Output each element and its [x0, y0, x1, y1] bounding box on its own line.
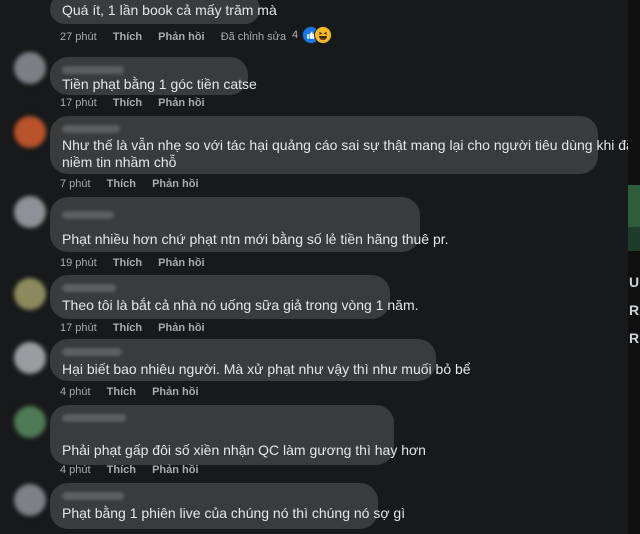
- reply-button[interactable]: Phản hồi: [152, 386, 198, 398]
- comment-meta: 7 phút Thích Phản hồi: [60, 178, 212, 190]
- comment: Hại biết bao nhiêu người. Mà xử phạt như…: [0, 338, 628, 402]
- comment-bubble: Theo tôi là bắt cả nhà nó uống sữa giả t…: [50, 275, 419, 319]
- reply-button[interactable]: Phản hồi: [158, 322, 204, 334]
- background-article-letter: R: [629, 330, 640, 346]
- like-button[interactable]: Thích: [113, 322, 142, 334]
- comment-feed: Quá ít, 1 lần book cả mấy trăm mà 27 phú…: [0, 0, 638, 534]
- reply-button[interactable]: Phản hồi: [158, 97, 204, 109]
- reply-button[interactable]: Phản hồi: [158, 31, 204, 43]
- author-name[interactable]: [62, 66, 124, 74]
- avatar[interactable]: [14, 196, 46, 228]
- avatar[interactable]: [14, 406, 46, 438]
- author-name[interactable]: [62, 211, 114, 219]
- comment-text-line: Như thế là vẫn nhẹ so với tác hại quảng …: [62, 137, 638, 153]
- comment-bubble: Phạt nhiều hơn chứ phạt ntn mới bằng số …: [50, 197, 449, 252]
- comment-text: Theo tôi là bắt cả nhà nó uống sữa giả t…: [62, 297, 419, 313]
- comment-bubble: Phạt bằng 1 phiên live của chúng nó thì …: [50, 483, 405, 529]
- background-article-edge: U R R: [628, 0, 640, 534]
- comment-meta: 17 phút Thích Phản hồi: [60, 322, 218, 334]
- comment-meta: 27 phút Thích Phản hồi Đã chỉnh sửa: [60, 31, 299, 43]
- comment-text: Hại biết bao nhiêu người. Mà xử phạt như…: [62, 361, 471, 377]
- comment-bubble: Như thế là vẫn nhẹ so với tác hại quảng …: [50, 116, 638, 174]
- comment-bubble: Phải phạt gấp đôi số xiền nhận QC làm gư…: [50, 405, 426, 465]
- comment-time[interactable]: 17 phút: [60, 322, 97, 334]
- comment-time[interactable]: 17 phút: [60, 97, 97, 109]
- comment: Quá ít, 1 lần book cả mấy trăm mà 27 phú…: [0, 0, 628, 48]
- comment-time[interactable]: 19 phút: [60, 257, 97, 269]
- comment-text: Phạt nhiều hơn chứ phạt ntn mới bằng số …: [62, 231, 449, 247]
- comment: Phạt nhiều hơn chứ phạt ntn mới bằng số …: [0, 196, 628, 274]
- haha-icon: [314, 26, 332, 44]
- comment-bubble: Quá ít, 1 lần book cả mấy trăm mà: [50, 0, 277, 24]
- comment: Phạt bằng 1 phiên live của chúng nó thì …: [0, 480, 628, 534]
- comment-time[interactable]: 4 phút: [60, 386, 91, 398]
- like-button[interactable]: Thích: [113, 31, 142, 43]
- background-image-strip: [628, 227, 640, 251]
- comment: Như thế là vẫn nhẹ so với tác hại quảng …: [0, 116, 638, 198]
- avatar[interactable]: [14, 52, 46, 84]
- comment-bubble: Tiền phạt bằng 1 góc tiền catse: [50, 57, 257, 95]
- comment: Theo tôi là bắt cả nhà nó uống sữa giả t…: [0, 274, 628, 338]
- avatar[interactable]: [14, 342, 46, 374]
- reply-button[interactable]: Phản hồi: [152, 178, 198, 190]
- like-button[interactable]: Thích: [107, 464, 136, 476]
- like-button[interactable]: Thích: [113, 257, 142, 269]
- comment-meta: 17 phút Thích Phản hồi: [60, 97, 218, 109]
- background-article-letter: U: [629, 274, 640, 290]
- comment-time[interactable]: 4 phút: [60, 464, 91, 476]
- author-name[interactable]: [62, 125, 120, 133]
- comment-meta: 19 phút Thích Phản hồi: [60, 257, 218, 269]
- comment-text: Phạt bằng 1 phiên live của chúng nó thì …: [62, 505, 406, 521]
- comment: Tiền phạt bằng 1 góc tiền catse 17 phút …: [0, 46, 628, 116]
- comment-text: Quá ít, 1 lần book cả mấy trăm mà: [62, 2, 277, 18]
- author-name[interactable]: [62, 414, 126, 422]
- edited-label[interactable]: Đã chỉnh sửa: [221, 31, 286, 43]
- author-name[interactable]: [62, 284, 116, 292]
- reply-button[interactable]: Phản hồi: [152, 464, 198, 476]
- comment-meta: 4 phút Thích Phản hồi: [60, 386, 212, 398]
- like-button[interactable]: Thích: [107, 178, 136, 190]
- avatar[interactable]: [14, 484, 46, 516]
- comment-time[interactable]: 7 phút: [60, 178, 91, 190]
- avatar[interactable]: [14, 278, 46, 310]
- reaction-icons[interactable]: [302, 26, 336, 44]
- comment: Phải phạt gấp đôi số xiền nhận QC làm gư…: [0, 402, 628, 480]
- author-name[interactable]: [62, 348, 122, 356]
- comment-text: Phải phạt gấp đôi số xiền nhận QC làm gư…: [62, 442, 426, 458]
- like-button[interactable]: Thích: [107, 386, 136, 398]
- background-article-letter: R: [629, 302, 640, 318]
- comment-bubble: Hại biết bao nhiêu người. Mà xử phạt như…: [50, 339, 471, 381]
- reaction-count[interactable]: 4: [292, 29, 298, 41]
- author-name[interactable]: [62, 492, 124, 500]
- comment-text-line: niềm tin nhầm chỗ: [62, 154, 177, 170]
- comment-time[interactable]: 27 phút: [60, 31, 97, 43]
- comment-text: Tiền phạt bằng 1 góc tiền catse: [62, 76, 257, 92]
- reply-button[interactable]: Phản hồi: [158, 257, 204, 269]
- background-image-strip: [628, 185, 640, 227]
- comment-meta: 4 phút Thích Phản hồi: [60, 464, 212, 476]
- like-button[interactable]: Thích: [113, 97, 142, 109]
- avatar[interactable]: [14, 116, 46, 148]
